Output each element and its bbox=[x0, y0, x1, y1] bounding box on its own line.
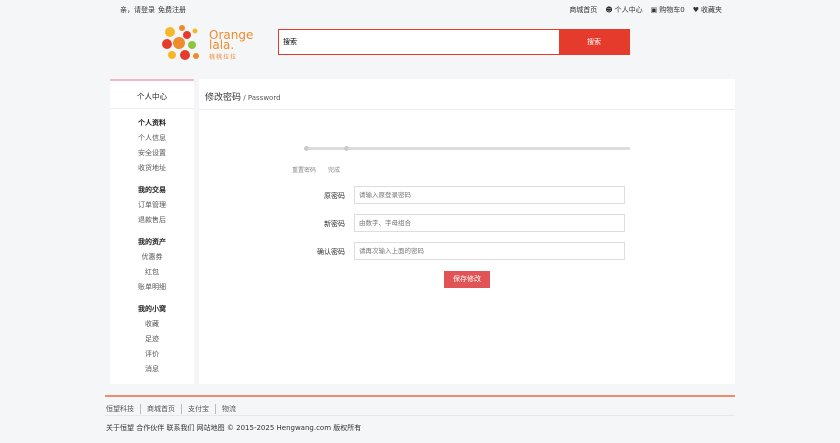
page-title: 修改密码 bbox=[205, 93, 242, 103]
sidebar-group-trade: 我的交易 订单管理 退款售后 bbox=[110, 183, 194, 228]
sidebar-item-red-packets[interactable]: 红包 bbox=[110, 265, 194, 280]
brand-subtitle: 桃桃拉拉 bbox=[209, 54, 238, 61]
top-link-home[interactable]: 商城首页 bbox=[569, 5, 597, 15]
top-bar: 亲，请登录 免费注册 商城首页 ☻ 个人中心 ▣ 购物车0 ♥ 收藏夹 bbox=[0, 0, 840, 18]
sidebar-heading-profile: 个人资料 bbox=[138, 119, 166, 127]
main-panel: 修改密码 / Password 重置密码 完成 原密码 新密码 确认密码 保存修… bbox=[199, 79, 735, 384]
sidebar-item-personal-info[interactable]: 个人信息 bbox=[110, 131, 194, 146]
save-button[interactable]: 保存修改 bbox=[444, 271, 490, 288]
footer-divider bbox=[105, 395, 735, 397]
sidebar-item-address[interactable]: 收货地址 bbox=[110, 161, 194, 176]
footer-links: 恒望科技 商城首页 支付宝 物流 bbox=[106, 404, 242, 414]
old-password-field[interactable] bbox=[354, 186, 625, 204]
user-icon: ☻ bbox=[605, 5, 613, 14]
logo[interactable]: Orange lala. 桃桃拉拉 bbox=[160, 23, 270, 63]
sidebar: 个人中心 个人资料 个人信息 安全设置 收货地址 我的交易 订单管理 退款售后 … bbox=[110, 79, 194, 384]
step-labels: 重置密码 完成 bbox=[292, 165, 350, 174]
heart-icon: ♥ bbox=[692, 5, 699, 14]
search-input[interactable] bbox=[279, 30, 559, 54]
cart-icon: ▣ bbox=[650, 5, 658, 14]
brand-text: Orange lala. 桃桃拉拉 bbox=[209, 29, 253, 63]
logo-mark-icon bbox=[162, 25, 199, 60]
confirm-password-label: 确认密码 bbox=[317, 248, 345, 256]
sidebar-heading-trade: 我的交易 bbox=[138, 186, 166, 194]
sidebar-item-messages[interactable]: 消息 bbox=[110, 362, 194, 377]
sidebar-item-security[interactable]: 安全设置 bbox=[110, 146, 194, 161]
footer-link-home[interactable]: 商城首页 bbox=[141, 404, 182, 414]
footer-link-logistics[interactable]: 物流 bbox=[216, 404, 242, 414]
sidebar-heading-nest: 我的小窝 bbox=[138, 305, 166, 313]
footer-link-alipay[interactable]: 支付宝 bbox=[182, 404, 216, 414]
new-password-field[interactable] bbox=[354, 214, 625, 232]
sidebar-item-bills[interactable]: 账单明细 bbox=[110, 280, 194, 295]
login-link[interactable]: 亲，请登录 bbox=[120, 6, 155, 14]
top-link-user-center[interactable]: ☻ 个人中心 bbox=[605, 5, 642, 15]
sidebar-item-orders[interactable]: 订单管理 bbox=[110, 198, 194, 213]
sidebar-item-coupons[interactable]: 优惠券 bbox=[110, 250, 194, 265]
footer-separator bbox=[105, 415, 735, 416]
step-label-reset: 重置密码 bbox=[292, 167, 317, 174]
brand-line-2: lala. bbox=[209, 38, 235, 52]
sidebar-item-reviews[interactable]: 评价 bbox=[110, 347, 194, 362]
step-label-done: 完成 bbox=[327, 167, 340, 174]
footer-link-company[interactable]: 恒望科技 bbox=[106, 404, 141, 414]
sidebar-item-refunds[interactable]: 退款售后 bbox=[110, 213, 194, 228]
sidebar-group-profile: 个人资料 个人信息 安全设置 收货地址 bbox=[110, 116, 194, 176]
top-link-cart[interactable]: ▣ 购物车0 bbox=[651, 5, 685, 15]
sidebar-item-footprints[interactable]: 足迹 bbox=[110, 332, 194, 347]
sidebar-heading-assets: 我的资产 bbox=[138, 238, 166, 246]
step-dot-done bbox=[344, 146, 349, 151]
login-prompt: 亲，请登录 免费注册 bbox=[120, 5, 189, 15]
form-row-confirm-password: 确认密码 bbox=[299, 242, 639, 260]
top-link-favorites[interactable]: ♥ 收藏夹 bbox=[693, 5, 722, 15]
top-link-cart-label[interactable]: 购物车0 bbox=[659, 5, 684, 15]
sidebar-item-favorites[interactable]: 收藏 bbox=[110, 317, 194, 332]
search-button[interactable]: 搜索 bbox=[559, 30, 629, 54]
footer-copyright: 关于恒望 合作伙伴 联系我们 网站地图 © 2015-2025 Hengwang… bbox=[106, 424, 362, 432]
top-link-favorites-label[interactable]: 收藏夹 bbox=[701, 5, 722, 15]
confirm-password-field[interactable] bbox=[354, 242, 625, 260]
header: Orange lala. 桃桃拉拉 搜索 bbox=[0, 18, 840, 70]
sidebar-group-nest: 我的小窝 收藏 足迹 评价 消息 bbox=[110, 302, 194, 377]
sidebar-group-assets: 我的资产 优惠券 红包 账单明细 bbox=[110, 235, 194, 295]
form-row-new-password: 新密码 bbox=[299, 214, 639, 232]
step-dot-reset bbox=[304, 146, 309, 151]
top-link-user-center-label[interactable]: 个人中心 bbox=[615, 5, 643, 15]
register-link[interactable]: 免费注册 bbox=[158, 6, 186, 14]
search-box: 搜索 bbox=[278, 29, 630, 55]
page-header: 修改密码 / Password bbox=[199, 79, 735, 110]
form-row-old-password: 原密码 bbox=[299, 186, 639, 204]
progress-steps bbox=[304, 146, 630, 151]
sidebar-title: 个人中心 bbox=[110, 81, 194, 109]
old-password-label: 原密码 bbox=[324, 192, 345, 200]
new-password-label: 新密码 bbox=[324, 220, 345, 228]
page-subtitle: / Password bbox=[243, 94, 281, 102]
top-links: 商城首页 ☻ 个人中心 ▣ 购物车0 ♥ 收藏夹 bbox=[569, 5, 722, 15]
top-link-home-label[interactable]: 商城首页 bbox=[569, 5, 597, 15]
